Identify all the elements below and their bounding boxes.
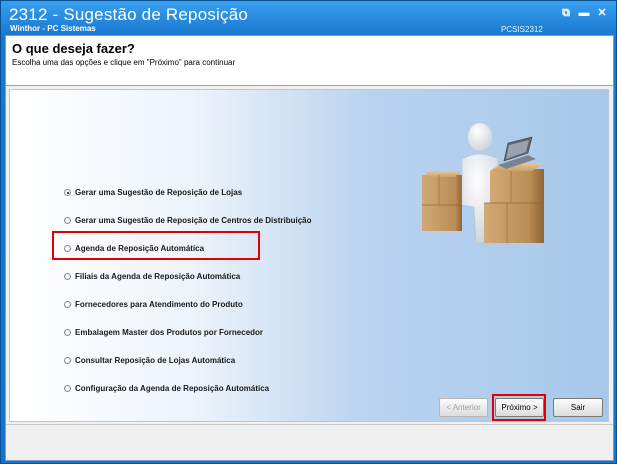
page-title: O que deseja fazer?: [12, 41, 135, 56]
window-subtitle: Winthor - PC Sistemas: [10, 24, 96, 33]
radio-button[interactable]: [64, 329, 71, 336]
option-label: Agenda de Reposição Automática: [75, 244, 205, 253]
program-code: PCSIS2312: [501, 25, 543, 34]
option-repo-cd[interactable]: Gerar uma Sugestão de Reposição de Centr…: [64, 216, 312, 225]
radio-button[interactable]: [64, 273, 71, 280]
option-configuracao-agenda[interactable]: Configuração da Agenda de Reposição Auto…: [64, 384, 269, 393]
person-with-boxes-and-laptop-icon: [422, 123, 544, 244]
radio-button[interactable]: [64, 301, 71, 308]
radio-button[interactable]: [64, 385, 71, 392]
option-label: Filiais da Agenda de Reposição Automátic…: [75, 272, 241, 281]
option-label: Configuração da Agenda de Reposição Auto…: [75, 384, 270, 393]
highlight-box-next: [492, 394, 546, 421]
radio-button[interactable]: [64, 357, 71, 364]
radio-button[interactable]: [64, 245, 71, 252]
option-repo-lojas[interactable]: Gerar uma Sugestão de Reposição de Lojas: [64, 188, 242, 197]
option-label: Embalagem Master dos Produtos por Fornec…: [75, 328, 264, 337]
radio-button[interactable]: [64, 189, 71, 196]
wizard-header: O que deseja fazer? Escolha uma das opçõ…: [6, 36, 613, 86]
exit-button[interactable]: Sair: [553, 398, 603, 417]
close-icon[interactable]: ✕: [594, 7, 610, 20]
option-filiais-agenda[interactable]: Filiais da Agenda de Reposição Automátic…: [64, 272, 240, 281]
page-instruction: Escolha uma das opções e clique em "Próx…: [12, 58, 236, 67]
option-label: Fornecedores para Atendimento do Produto: [75, 300, 243, 309]
minimize-icon[interactable]: ▬: [576, 7, 592, 20]
app-window: 2312 - Sugestão de Reposição Winthor - P…: [0, 0, 617, 464]
option-label: Gerar uma Sugestão de Reposição de Lojas: [75, 188, 243, 197]
option-label: Gerar uma Sugestão de Reposição de Centr…: [75, 216, 312, 225]
option-consultar-reposicao[interactable]: Consultar Reposição de Lojas Automática: [64, 356, 235, 365]
option-embalagem-master[interactable]: Embalagem Master dos Produtos por Fornec…: [64, 328, 263, 337]
restore-icon[interactable]: ⧉: [558, 7, 574, 20]
previous-button[interactable]: < Anterior: [439, 398, 488, 417]
window-title: 2312 - Sugestão de Reposição: [9, 5, 249, 24]
button-bar: [6, 424, 613, 461]
option-agenda[interactable]: Agenda de Reposição Automática: [64, 244, 204, 253]
option-fornecedores[interactable]: Fornecedores para Atendimento do Produto: [64, 300, 243, 309]
option-label: Consultar Reposição de Lojas Automática: [75, 356, 236, 365]
radio-button[interactable]: [64, 217, 71, 224]
window-controls: ⧉ ▬ ✕: [558, 7, 610, 20]
